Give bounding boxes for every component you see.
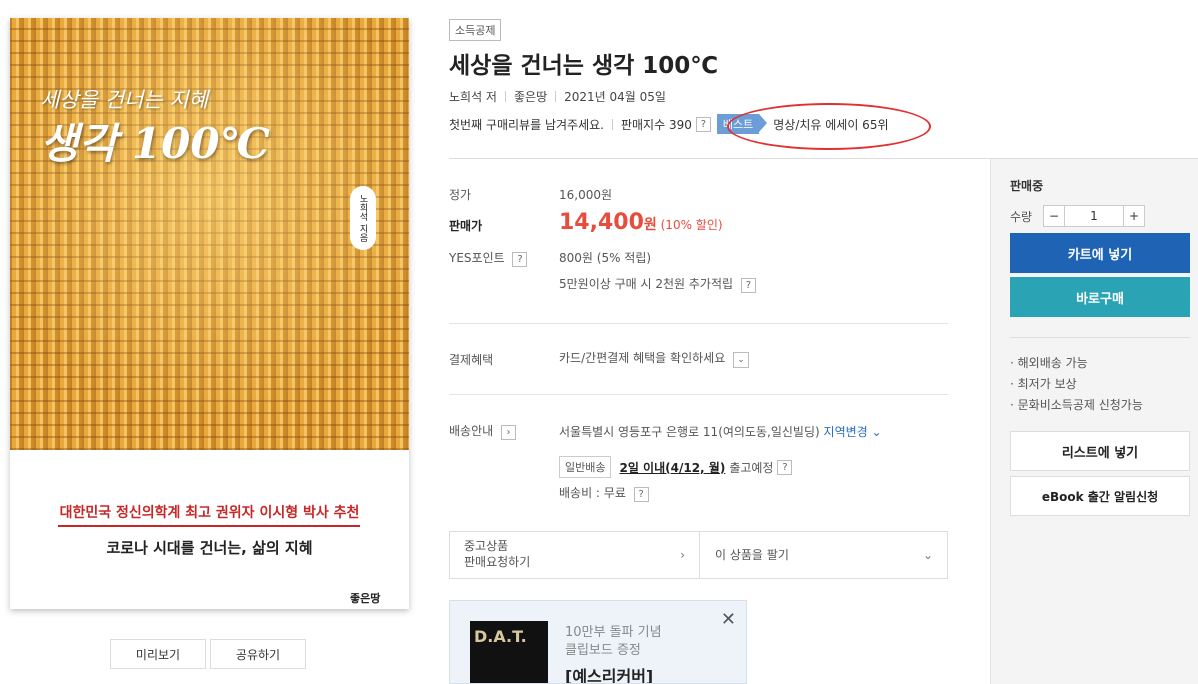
shipping-eta-row: 일반배송 2일 이내(4/12, 월) 출고예정 ? [559, 456, 793, 478]
chevron-down-icon[interactable]: ⌄ [733, 352, 750, 368]
benefit-value: 카드/간편결제 혜택을 확인하세요 [559, 351, 726, 365]
region-change-link[interactable]: 지역변경 ⌄ [824, 425, 882, 439]
shipping-type-tag: 일반배송 [559, 456, 612, 478]
promo-banner[interactable]: D.A.T. 10만부 돌파 기념 클립보드 증정 [예스리커버] ✕ [449, 600, 747, 684]
shipping-label-row: 배송안내 › [449, 422, 516, 440]
divider [1010, 337, 1190, 338]
cover-recommendation: 대한민국 정신의학계 최고 권위자 이시형 박사 추천 [59, 505, 360, 521]
chevron-right-icon[interactable]: › [501, 425, 516, 440]
share-button[interactable]: 공유하기 [210, 639, 306, 669]
quantity-input[interactable]: 1 [1065, 205, 1123, 227]
cover-divider [58, 525, 360, 527]
service-item: · 해외배송 가능 [1010, 356, 1088, 370]
points-value: 800원 (5% 적립) [559, 251, 652, 265]
publish-date: 2021년 04월 05일 [564, 90, 666, 104]
sale-price: 14,400원 (10% 할인) [559, 210, 723, 235]
author-link[interactable]: 노희석 저 [449, 88, 497, 105]
points-extra: 5만원이상 구매 시 2천원 추가적립 [559, 277, 734, 291]
service-item: · 최저가 보상 [1010, 377, 1077, 391]
promo-book-thumbnail: D.A.T. [470, 621, 548, 683]
divider [449, 394, 948, 395]
used-goods-box: 중고상품 판매요청하기 › 이 상품을 팔기 ⌄ [449, 531, 948, 579]
sale-price-label: 판매가 [449, 219, 483, 233]
points-label-row: YES포인트 ? [449, 249, 528, 267]
list-price-value: 16,000원 [559, 188, 613, 202]
review-prompt-link[interactable]: 첫번째 구매리뷰를 남겨주세요. [449, 116, 604, 133]
shipping-address-row: 서울특별시 영등포구 은행로 11(여의도동,일신빌딩) 지역변경 ⌄ [559, 423, 882, 440]
shipping-address: 서울특별시 영등포구 은행로 11(여의도동,일신빌딩) [559, 425, 820, 439]
book-cover[interactable]: 세상을 건너는 지혜 생각 100℃ 노희석 지음 대한민국 정신의학계 최고 … [10, 18, 409, 609]
quantity-decrease-button[interactable]: − [1043, 205, 1065, 227]
sell-this-item-label: 이 상품을 팔기 [715, 548, 789, 562]
help-icon[interactable]: ? [633, 487, 649, 502]
cover-publisher-logo: 좋은땅 [350, 592, 381, 605]
chevron-down-icon: ⌄ [922, 548, 933, 562]
divider [555, 91, 557, 102]
help-icon[interactable]: ? [695, 116, 711, 132]
chevron-right-icon: › [680, 548, 685, 562]
add-to-list-button[interactable]: 리스트에 넣기 [1010, 431, 1190, 471]
tax-deduction-badge: 소득공제 [449, 19, 502, 41]
cover-title: 생각 100℃ [40, 119, 270, 168]
preview-button[interactable]: 미리보기 [110, 639, 206, 669]
service-list: · 해외배송 가능 · 최저가 보상 · 문화비소득공제 신청가능 [1010, 353, 1143, 416]
add-to-cart-button[interactable]: 카트에 넣기 [1010, 233, 1190, 273]
help-icon[interactable]: ? [777, 459, 793, 475]
sales-index: 판매지수 390 [620, 117, 692, 132]
ebook-alert-button[interactable]: eBook 출간 알림신청 [1010, 476, 1190, 516]
shipping-label: 배송안내 [449, 424, 494, 438]
discount-rate: (10% 할인) [660, 218, 723, 232]
sale-status: 판매중 [1010, 179, 1044, 193]
book-meta: 노희석 저 좋은땅 2021년 04월 05일 [449, 88, 666, 105]
sale-price-won: 원 [643, 217, 657, 233]
purchase-panel: 판매중 수량 − 1 + 카트에 넣기 바로구매 · 해외배송 가능 · 최저가… [990, 159, 1198, 684]
divider [449, 323, 948, 324]
points-extra-row: 5만원이상 구매 시 2천원 추가적립 ? [559, 275, 756, 293]
shipping-eta: 2일 이내(4/12, 월) [619, 460, 726, 475]
cover-actions: 미리보기 공유하기 [110, 639, 306, 669]
cover-tagline: 코로나 시대를 건너는, 삶의 지혜 [106, 539, 313, 557]
highlight-annotation-ellipse [727, 103, 931, 150]
publisher-link[interactable]: 좋은땅 [514, 88, 547, 105]
buy-now-button[interactable]: 바로구매 [1010, 277, 1190, 317]
page-title: 세상을 건너는 생각 100℃ [449, 53, 719, 79]
quantity-label: 수량 [1010, 210, 1033, 224]
divider [504, 91, 506, 102]
benefit-label: 결제혜택 [449, 353, 494, 367]
help-icon[interactable]: ? [512, 252, 528, 267]
list-price-label: 정가 [449, 188, 472, 202]
shipping-fee-row: 배송비 : 무료 ? [559, 484, 649, 502]
sell-this-item-dropdown[interactable]: 이 상품을 팔기 ⌄ [700, 532, 947, 578]
used-sell-request-button[interactable]: 중고상품 판매요청하기 › [450, 532, 700, 578]
used-line2: 판매요청하기 [464, 555, 531, 569]
shipping-eta-suffix: 출고예정 [729, 460, 774, 475]
service-item: · 문화비소득공제 신청가능 [1010, 398, 1143, 412]
sale-price-amount: 14,400 [559, 210, 644, 235]
shipping-fee: 배송비 : 무료 [559, 486, 626, 500]
quantity-increase-button[interactable]: + [1123, 205, 1145, 227]
used-line1: 중고상품 [464, 539, 509, 553]
quantity-stepper: − 1 + [1043, 205, 1145, 227]
close-icon[interactable]: ✕ [721, 609, 736, 630]
promo-line2: 클립보드 증정 [565, 643, 641, 658]
help-icon[interactable]: ? [740, 278, 756, 293]
points-label: YES포인트 [449, 251, 505, 265]
promo-line3: [예스리커버] [565, 667, 654, 684]
divider [611, 118, 613, 130]
benefit-row: 카드/간편결제 혜택을 확인하세요 ⌄ [559, 349, 750, 368]
cover-bottom-panel: 대한민국 정신의학계 최고 권위자 이시형 박사 추천 코로나 시대를 건너는,… [10, 450, 409, 609]
promo-line1: 10만부 돌파 기념 [565, 625, 662, 640]
cover-author-badge: 노희석 지음 [350, 186, 376, 250]
